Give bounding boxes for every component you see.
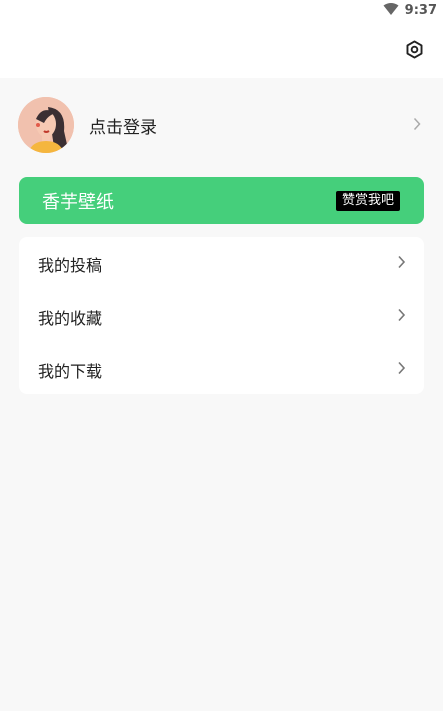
menu-card: 我的投稿 我的收藏 我的下载 xyxy=(19,237,424,394)
chevron-right-icon xyxy=(397,360,406,379)
avatar[interactable] xyxy=(18,97,74,153)
menu-item-downloads[interactable]: 我的下载 xyxy=(19,343,424,396)
status-time: 9:37 xyxy=(404,2,437,18)
chevron-right-icon xyxy=(397,307,406,326)
banner-title: 香芋壁纸 xyxy=(42,191,114,213)
menu-item-submissions[interactable]: 我的投稿 xyxy=(19,237,424,290)
menu-item-favorites[interactable]: 我的收藏 xyxy=(19,290,424,343)
wifi-icon xyxy=(383,1,399,20)
donate-button[interactable]: 赞赏我吧 xyxy=(335,190,400,211)
menu-item-label: 我的投稿 xyxy=(38,255,103,275)
status-bar: 9:37 xyxy=(383,0,443,20)
menu-item-label: 我的收藏 xyxy=(38,308,103,328)
login-label[interactable]: 点击登录 xyxy=(89,113,157,138)
menu-item-label: 我的下载 xyxy=(38,361,103,381)
chevron-right-icon xyxy=(413,116,421,135)
top-bar: 9:37 xyxy=(0,0,443,78)
settings-button[interactable] xyxy=(403,38,425,60)
chevron-right-icon xyxy=(397,254,406,273)
sponsor-banner[interactable]: 香芋壁纸 赞赏我吧 xyxy=(19,177,424,224)
login-row[interactable]: 点击登录 xyxy=(18,95,425,155)
settings-gear-icon xyxy=(406,39,422,59)
